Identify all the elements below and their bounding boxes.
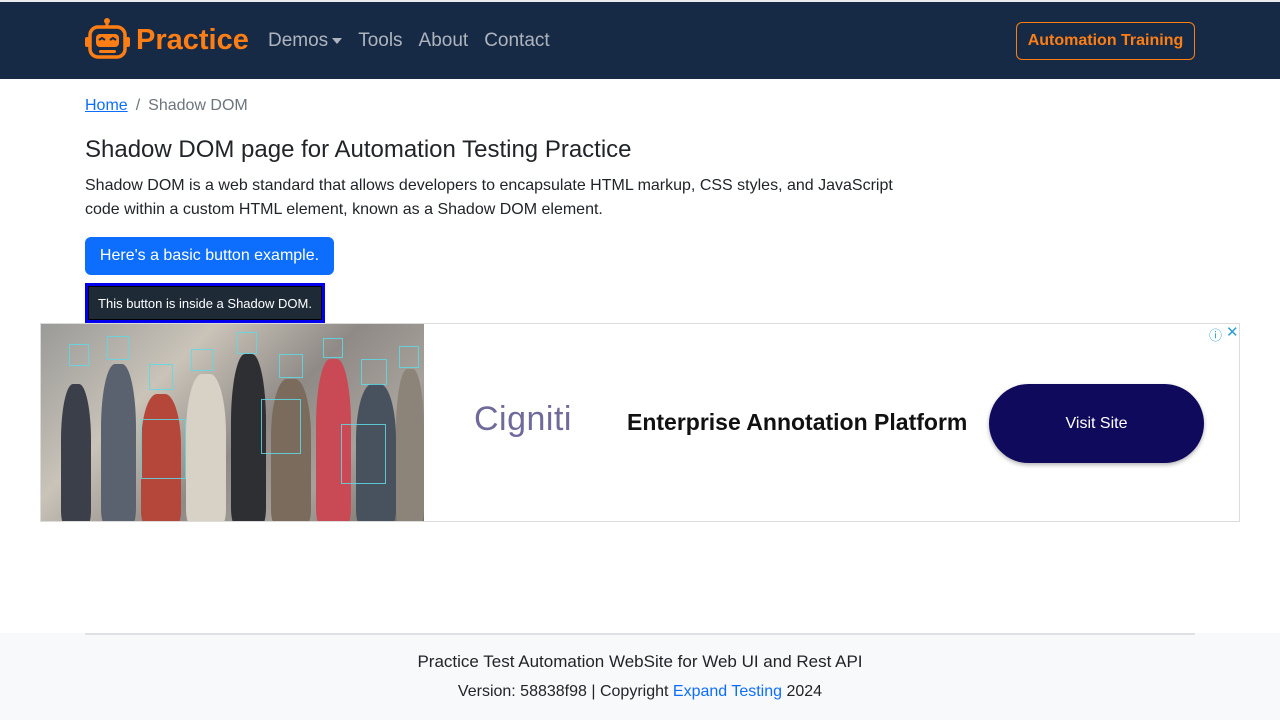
caret-down-icon [332, 38, 343, 44]
footer-version-text: Version: 58838f98 | Copyright [457, 683, 673, 700]
breadcrumb-home-link[interactable]: Home [85, 97, 128, 115]
ad-close-icon[interactable]: ✕ [1226, 324, 1239, 341]
footer-divider [85, 633, 1195, 635]
ad-crowd-image [41, 324, 424, 521]
breadcrumb-current: Shadow DOM [148, 97, 248, 114]
nav-links: Demos Tools About Contact [268, 30, 566, 52]
brand-name: Practice [136, 23, 249, 56]
shadow-dom-button[interactable]: This button is inside a Shadow DOM. [88, 286, 322, 320]
advertisement-banner[interactable]: Cigniti Enterprise Annotation Platform V… [40, 323, 1240, 522]
automation-training-button[interactable]: Automation Training [1016, 22, 1195, 60]
nav-demos-label: Demos [268, 30, 329, 51]
ad-visit-site-button[interactable]: Visit Site [989, 384, 1204, 463]
ad-headline: Enterprise Annotation Platform [627, 409, 968, 435]
footer: Practice Test Automation WebSite for Web… [0, 633, 1280, 720]
breadcrumb: Home / Shadow DOM [85, 97, 248, 115]
navbar: Practice Demos Tools About Contact Autom… [0, 0, 1280, 79]
basic-example-button[interactable]: Here's a basic button example. [85, 237, 334, 275]
footer-company-link[interactable]: Expand Testing [673, 683, 782, 700]
brand-link[interactable]: Practice [85, 18, 249, 62]
robot-logo-icon [85, 18, 130, 59]
footer-version: Version: 58838f98 | Copyright Expand Tes… [0, 683, 1280, 701]
nav-about[interactable]: About [419, 30, 469, 52]
page-title: Shadow DOM page for Automation Testing P… [85, 136, 632, 163]
footer-title: Practice Test Automation WebSite for Web… [417, 652, 863, 671]
nav-demos-dropdown[interactable]: Demos [268, 30, 343, 52]
ad-brand-logo: Cigniti [474, 400, 572, 438]
breadcrumb-separator: / [135, 97, 141, 114]
page-description: Shadow DOM is a web standard that allows… [85, 177, 893, 218]
nav-tools[interactable]: Tools [358, 30, 402, 52]
shadow-dom-host: This button is inside a Shadow DOM. [85, 283, 325, 323]
nav-contact[interactable]: Contact [484, 30, 549, 52]
footer-year: 2024 [782, 683, 823, 700]
ad-info-icon[interactable]: ⓘ [1209, 325, 1222, 344]
